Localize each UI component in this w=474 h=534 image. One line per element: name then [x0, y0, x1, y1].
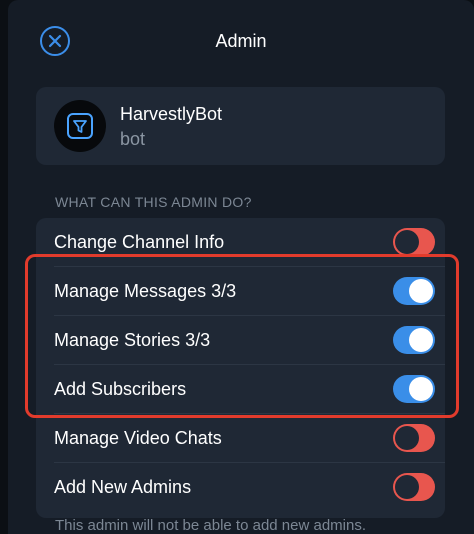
permission-row-manage-video-chats[interactable]: Manage Video Chats [36, 414, 445, 463]
permission-row-change-channel-info[interactable]: Change Channel Info [36, 218, 445, 267]
funnel-icon [67, 113, 93, 139]
permission-row-manage-messages[interactable]: Manage Messages 3/3 [36, 267, 445, 316]
toggle-manage-messages[interactable] [393, 277, 435, 305]
toggle-knob [409, 377, 433, 401]
permission-label: Manage Messages 3/3 [54, 281, 237, 301]
permission-label: Change Channel Info [54, 232, 225, 252]
toggle-add-new-admins[interactable] [393, 473, 435, 501]
toggle-knob [395, 230, 419, 254]
toggle-change-channel-info[interactable] [393, 228, 435, 256]
permission-label: Add New Admins [54, 477, 192, 497]
permissions-list: Change Channel Info Manage Messages 3/3 … [36, 218, 445, 518]
permission-label: Manage Stories 3/3 [54, 330, 211, 350]
toggle-add-subscribers[interactable] [393, 375, 435, 403]
bot-card[interactable]: HarvestlyBot bot [36, 87, 445, 165]
section-label: WHAT CAN THIS ADMIN DO? [55, 194, 252, 210]
permission-row-add-subscribers[interactable]: Add Subscribers [36, 365, 445, 414]
avatar [54, 100, 106, 152]
permission-row-manage-stories[interactable]: Manage Stories 3/3 [36, 316, 445, 365]
page-title: Admin [215, 31, 267, 51]
bot-name: HarvestlyBot [120, 104, 223, 124]
toggle-manage-video-chats[interactable] [393, 424, 435, 452]
permission-label: Manage Video Chats [54, 428, 222, 448]
permission-label: Add Subscribers [54, 379, 187, 399]
permission-row-add-new-admins[interactable]: Add New Admins [36, 463, 445, 512]
toggle-knob [395, 426, 419, 450]
footer-note: This admin will not be able to add new a… [55, 517, 367, 534]
header: Admin [8, 0, 474, 84]
toggle-knob [395, 475, 419, 499]
admin-sheet: Admin HarvestlyBot bot WHAT CAN THIS ADM… [8, 0, 474, 534]
toggle-manage-stories[interactable] [393, 326, 435, 354]
toggle-knob [409, 279, 433, 303]
toggle-knob [409, 328, 433, 352]
bot-subtitle: bot [120, 129, 146, 149]
